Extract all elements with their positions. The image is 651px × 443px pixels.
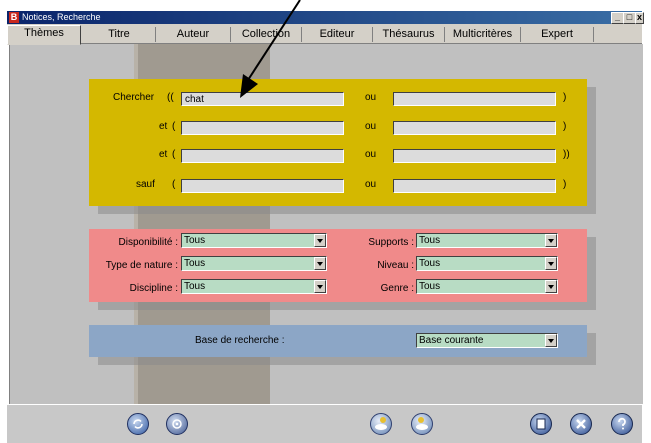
search-term-1-alt-input[interactable] xyxy=(393,92,556,106)
close-icon[interactable] xyxy=(570,413,592,435)
bottom-toolbar xyxy=(7,404,642,443)
close-paren: )) xyxy=(563,149,570,160)
discipline-select[interactable]: Tous xyxy=(181,279,327,294)
supports-select[interactable]: Tous xyxy=(416,233,558,248)
operator-label: Chercher xyxy=(113,92,155,103)
refresh-icon[interactable] xyxy=(127,413,149,435)
genre-select[interactable]: Tous xyxy=(416,279,558,294)
or-label: ou xyxy=(365,149,377,160)
tab-expert[interactable]: Expert xyxy=(521,27,594,42)
exclude-term-alt-input[interactable] xyxy=(393,179,556,193)
genre-value: Tous xyxy=(419,281,441,292)
availability-label: Disponibilité : xyxy=(118,237,178,248)
tab-strip: Thèmes Titre Auteur Collection Editeur T… xyxy=(7,24,642,45)
chevron-down-icon[interactable] xyxy=(545,280,557,293)
tab-editeur[interactable]: Editeur xyxy=(302,27,373,42)
filter-panel: Disponibilité : Tous Type de nature : To… xyxy=(89,229,587,302)
chevron-down-icon[interactable] xyxy=(314,234,326,247)
open-paren: (( xyxy=(167,92,174,103)
help-icon[interactable] xyxy=(611,413,633,435)
window-title: Notices, Recherche xyxy=(22,12,101,22)
chevron-down-icon[interactable] xyxy=(314,257,326,270)
operator-label: sauf xyxy=(136,179,155,190)
tab-collection[interactable]: Collection xyxy=(231,27,302,42)
nature-type-label: Type de nature : xyxy=(105,260,178,271)
supports-value: Tous xyxy=(419,235,441,246)
title-bar: B Notices, Recherche _ □ x xyxy=(7,11,644,24)
level-select[interactable]: Tous xyxy=(416,256,558,271)
close-paren: ) xyxy=(563,92,567,103)
tab-multicriteres[interactable]: Multicritères xyxy=(445,27,521,42)
database-panel: Base de recherche : Base courante xyxy=(89,325,587,357)
search-term-3-input[interactable] xyxy=(181,149,344,163)
search-term-2-alt-input[interactable] xyxy=(393,121,556,135)
search-term-1-input[interactable]: chat xyxy=(181,92,344,106)
search-form-area: Chercher (( chat ou ) et ( ou ) et ( ou … xyxy=(9,44,643,404)
open-paren: ( xyxy=(172,149,176,160)
operator-label: et xyxy=(159,121,168,132)
availability-select[interactable]: Tous xyxy=(181,233,327,248)
or-label: ou xyxy=(365,179,377,190)
chevron-down-icon[interactable] xyxy=(545,234,557,247)
close-window-button[interactable]: x xyxy=(635,12,644,24)
close-paren: ) xyxy=(563,121,567,132)
supports-label: Supports : xyxy=(368,237,414,248)
app-logo-icon: B xyxy=(9,12,19,23)
availability-value: Tous xyxy=(184,235,206,246)
search-term-2-input[interactable] xyxy=(181,121,344,135)
open-paren: ( xyxy=(172,179,176,190)
nature-type-select[interactable]: Tous xyxy=(181,256,327,271)
search-criteria-panel: Chercher (( chat ou ) et ( ou ) et ( ou … xyxy=(89,79,587,206)
tab-thesaurus[interactable]: Thésaurus xyxy=(373,27,445,42)
database-select[interactable]: Base courante xyxy=(416,333,558,348)
database-label: Base de recherche : xyxy=(195,335,285,346)
database-value: Base courante xyxy=(419,335,484,346)
level-label: Niveau : xyxy=(377,260,414,271)
level-value: Tous xyxy=(419,258,441,269)
discipline-label: Discipline : xyxy=(129,283,178,294)
tab-themes[interactable]: Thèmes xyxy=(7,25,81,45)
tab-auteur[interactable]: Auteur xyxy=(156,27,231,42)
discipline-value: Tous xyxy=(184,281,206,292)
or-label: ou xyxy=(365,92,377,103)
close-paren: ) xyxy=(563,179,567,190)
chevron-down-icon[interactable] xyxy=(545,257,557,270)
chevron-down-icon[interactable] xyxy=(545,334,557,347)
genre-label: Genre : xyxy=(380,283,414,294)
tab-titre[interactable]: Titre xyxy=(83,27,156,42)
nature-type-value: Tous xyxy=(184,258,206,269)
or-label: ou xyxy=(365,121,377,132)
search-term-3-alt-input[interactable] xyxy=(393,149,556,163)
notebook-icon[interactable] xyxy=(530,413,552,435)
operator-label: et xyxy=(159,149,168,160)
search-globe-icon[interactable] xyxy=(370,413,392,435)
open-paren: ( xyxy=(172,121,176,132)
exclude-term-input[interactable] xyxy=(181,179,344,193)
chevron-down-icon[interactable] xyxy=(314,280,326,293)
search-globe-alt-icon[interactable] xyxy=(411,413,433,435)
settings-icon[interactable] xyxy=(166,413,188,435)
